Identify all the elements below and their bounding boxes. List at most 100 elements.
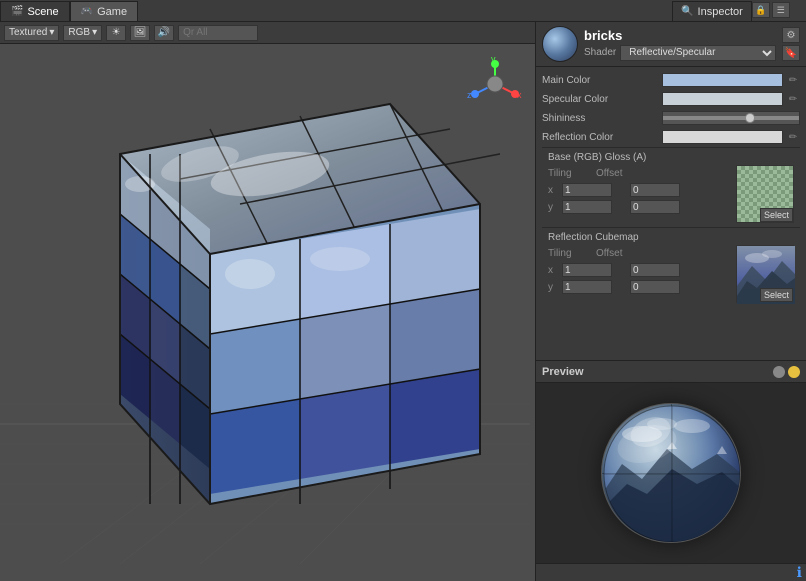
reflection-thumbnail[interactable]: Select (736, 245, 794, 303)
settings-button[interactable]: ⚙ (782, 27, 800, 43)
shininess-slider[interactable] (662, 111, 800, 125)
info-icon[interactable]: ℹ (797, 564, 802, 581)
base-offset-y[interactable] (630, 200, 680, 214)
base-select-button[interactable]: Select (760, 208, 793, 222)
shader-dropdown[interactable]: Reflective/Specular (620, 45, 776, 61)
reflection-tiling-grid: Tiling Offset x y (548, 245, 732, 296)
tab-scene-label: Scene (27, 6, 58, 18)
main-color-field[interactable] (662, 73, 783, 87)
tab-game-label: Game (97, 6, 127, 18)
x-label-2: x (548, 265, 558, 276)
base-tiling-grid: Tiling Offset x y (548, 165, 732, 216)
material-info: bricks Shader Reflective/Specular (584, 28, 776, 61)
y-label-2: y (548, 282, 558, 293)
scene-view[interactable]: x y z (0, 44, 535, 581)
main-color-label: Main Color (542, 75, 662, 86)
tab-inspector[interactable]: 🔍 Inspector (672, 1, 752, 21)
scene-toolbar: Textured ▾ RGB ▾ ☀ 🖼 🔊 (0, 22, 535, 44)
scene-panel: Textured ▾ RGB ▾ ☀ 🖼 🔊 (0, 22, 536, 581)
reflection-tiling-y-row: y (548, 279, 732, 295)
specular-color-field[interactable] (662, 92, 783, 106)
tiling-header-row: Tiling Offset (548, 165, 732, 181)
bookmark-button[interactable]: 🔖 (782, 45, 800, 61)
reflection-cubemap-label: Reflection Cubemap (548, 232, 794, 243)
shininess-track (663, 116, 799, 120)
sun-button[interactable]: ☀ (106, 25, 126, 41)
base-tiling-y[interactable] (562, 200, 612, 214)
reflection-section: Reflection Cubemap Tiling Offset x (542, 227, 800, 307)
shader-label: Shader (584, 47, 616, 58)
main-tab-bar: 🎬 Scene 🎮 Game 🔍 Inspector 🔒 ☰ (0, 0, 806, 22)
material-preview-icon (542, 26, 578, 62)
tab-game[interactable]: 🎮 Game (70, 1, 138, 21)
preview-title: Preview (542, 366, 773, 378)
reflection-tiling-header: Tiling Offset (548, 245, 732, 261)
specular-color-eyedropper[interactable]: ✏ (786, 92, 800, 106)
material-header: bricks Shader Reflective/Specular ⚙ 🔖 (536, 22, 806, 67)
color-space-dropdown[interactable]: RGB ▾ (63, 25, 102, 41)
image-button[interactable]: 🖼 (130, 25, 150, 41)
material-name: bricks (584, 28, 776, 43)
properties-section: Main Color ✏ Specular Color ✏ Shininess (536, 67, 806, 360)
main-color-eyedropper[interactable]: ✏ (786, 73, 800, 87)
preview-controls (773, 366, 800, 378)
tiling-label: Tiling (548, 168, 578, 179)
game-icon: 🎮 (81, 6, 93, 17)
base-texture-thumbnail[interactable]: Select (736, 165, 794, 223)
scene-gizmo: x y z (465, 54, 525, 114)
shininess-thumb[interactable] (745, 113, 755, 123)
main-color-value: ✏ (662, 73, 800, 87)
base-texture-label: Base (RGB) Gloss (A) (548, 152, 794, 163)
material-header-icons: ⚙ 🔖 (782, 27, 800, 61)
scene-search[interactable] (178, 25, 258, 41)
reflection-color-value: ✏ (662, 130, 800, 144)
reflection-offset-y[interactable] (630, 280, 680, 294)
specular-color-value: ✏ (662, 92, 800, 106)
shininess-row: Shininess (542, 109, 800, 127)
x-label-1: x (548, 185, 558, 196)
reflection-color-label: Reflection Color (542, 132, 662, 143)
reflection-select-button[interactable]: Select (760, 288, 793, 302)
base-tiling-x[interactable] (562, 183, 612, 197)
tab-inspector-label: Inspector (698, 6, 743, 18)
color-space-arrow: ▾ (92, 27, 97, 38)
inspector-icon: 🔍 (681, 6, 693, 17)
preview-section: Preview (536, 360, 806, 563)
base-texture-row: Tiling Offset x y (548, 165, 794, 223)
tab-scene[interactable]: 🎬 Scene (0, 1, 70, 21)
specular-color-label: Specular Color (542, 94, 662, 105)
reflection-offset-label: Offset (596, 248, 626, 259)
reflection-tiling-y[interactable] (562, 280, 612, 294)
render-mode-arrow: ▾ (49, 27, 54, 38)
inspector-header-icons: 🔒 ☰ (752, 0, 794, 21)
sphere-texture-svg (602, 404, 740, 542)
cube-svg (20, 74, 500, 564)
reflection-color-row: Reflection Color ✏ (542, 128, 800, 146)
base-tiling-y-row: y (548, 199, 732, 215)
bottom-bar: ℹ (536, 563, 806, 581)
reflection-texture-row: Tiling Offset x y (548, 245, 794, 303)
preview-content (536, 383, 806, 563)
base-offset-x[interactable] (630, 183, 680, 197)
scene-icon: 🎬 (11, 6, 23, 17)
main-color-row: Main Color ✏ (542, 71, 800, 89)
shininess-label: Shininess (542, 113, 662, 124)
specular-color-row: Specular Color ✏ (542, 90, 800, 108)
render-mode-label: Textured (9, 27, 47, 38)
base-texture-section: Base (RGB) Gloss (A) Tiling Offset x (542, 147, 800, 227)
reflection-tiling-x[interactable] (562, 263, 612, 277)
render-mode-dropdown[interactable]: Textured ▾ (4, 25, 59, 41)
main-content: Textured ▾ RGB ▾ ☀ 🖼 🔊 (0, 22, 806, 581)
inspector-panel: bricks Shader Reflective/Specular ⚙ 🔖 Ma… (536, 22, 806, 581)
base-tiling-x-row: x (548, 182, 732, 198)
lock-button[interactable]: 🔒 (752, 2, 770, 18)
audio-button[interactable]: 🔊 (154, 25, 174, 41)
preview-grey-button[interactable] (773, 366, 785, 378)
reflection-offset-x[interactable] (630, 263, 680, 277)
reflection-tiling-x-row: x (548, 262, 732, 278)
preview-yellow-button[interactable] (788, 366, 800, 378)
reflection-color-eyedropper[interactable]: ✏ (786, 130, 800, 144)
menu-button[interactable]: ☰ (772, 2, 790, 18)
reflection-color-field[interactable] (662, 130, 783, 144)
preview-sphere (601, 403, 741, 543)
